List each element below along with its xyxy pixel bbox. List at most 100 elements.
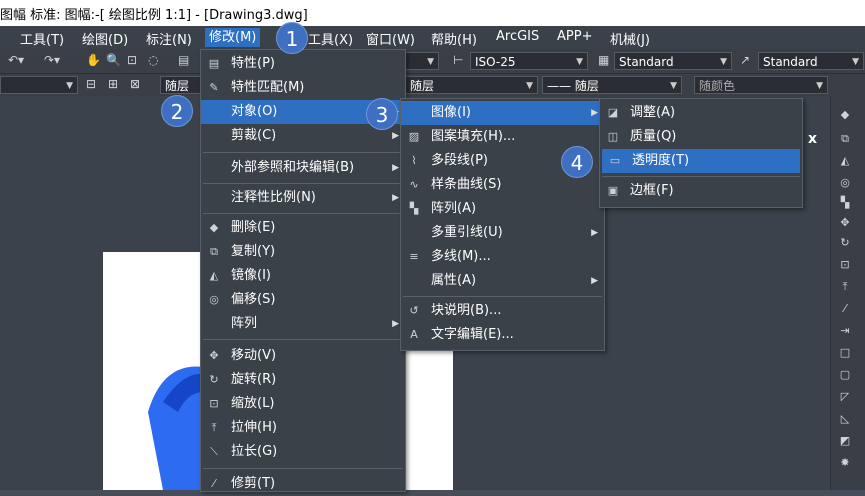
spline-icon: ∿ [409,178,419,191]
break-icon[interactable]: □ [837,346,853,360]
menu-item-mirror[interactable]: ◭ 镜像(I) [201,264,405,288]
explode-icon[interactable]: ✸ [837,456,853,470]
menu-item-multiline[interactable]: ≡ 多线(M)... [401,245,604,269]
window-title: 图幅 标准: 图幅:-[ 绘图比例 1:1] - [Drawing3.dwg] [0,8,308,23]
menu-item-adjust[interactable]: ◪ 调整(A) [600,101,802,125]
chevron-down-icon: ▼ [670,81,677,91]
menu-item-multileader[interactable]: 多重引线(U) ▶ [401,221,604,245]
chevron-down-icon: ▼ [66,81,73,91]
table-style-icon: ▦ [598,53,610,67]
menu-item-offset[interactable]: ◎ 偏移(S) [201,288,405,312]
linetype-value: —— 随层 [547,79,599,93]
blend-icon[interactable]: ◩ [837,434,853,448]
layer-select[interactable]: 随层 ▼ [405,76,538,94]
menu-item-text-edit[interactable]: A 文字编辑(E)... [401,323,604,347]
close-icon[interactable]: x [808,131,817,147]
mirror-icon[interactable]: ◭ [837,154,853,168]
menu-item-block-description[interactable]: ↺ 块说明(B)... [401,299,604,323]
linetype-select[interactable]: —— 随层 ▼ [542,76,682,94]
fillet-icon[interactable]: ◺ [837,412,853,426]
dimstyle-select[interactable]: ISO-25 ▼ [470,52,588,70]
move-icon: ✥ [209,349,219,362]
menu-item-image[interactable]: 图像(I) ▶ [401,101,604,125]
hidden-combo[interactable]: ▼ [405,52,439,70]
submenu-arrow-icon: ▶ [591,228,598,238]
offset-icon[interactable]: ◎ [837,176,853,190]
menu-separator [203,213,403,214]
pan-icon[interactable]: ✋ [86,53,101,67]
menu-item-annotation-scale[interactable]: 注释性比例(N) ▶ [201,186,405,210]
menu-item-stretch[interactable]: ⤒ 拉伸(H) [201,416,405,440]
frame-icon: ▣ [607,184,619,197]
zoom-realtime-icon[interactable]: 🔍 [106,53,121,67]
stretch-icon[interactable]: ⤒ [837,280,853,294]
menu-item-xref-block-edit[interactable]: 外部参照和块编辑(B) ▶ [201,156,405,180]
menu-tools-x[interactable]: 工具(X) [308,29,353,48]
transparency-icon: ▭ [609,154,621,167]
menu-item-lengthen[interactable]: ⟍ 拉长(G) [201,440,405,464]
color-select[interactable]: 随颜色 ▼ [694,76,828,94]
menu-separator [203,183,403,184]
multiline-icon: ≡ [409,250,419,263]
modify-toolbar: ◆ ⧉ ◭ ◎ ▚ ✥ ↻ ⊡ ⤒ ⁄ ⇥ □ ▢ ◸ ◺ ◩ ✸ [830,96,865,490]
menu-item-match-properties[interactable]: ✎ 特性匹配(M) [201,76,405,100]
zoom-previous-icon[interactable]: ◌ [148,53,158,67]
chamfer-icon[interactable]: ◸ [837,390,853,404]
copy-icon: ⧉ [210,245,218,258]
menu-item-array[interactable]: 阵列 ▶ [201,312,405,336]
zoom-window-icon[interactable]: ⊡ [127,53,137,67]
quality-icon: ◫ [607,130,619,143]
erase-icon[interactable]: ◆ [837,108,853,122]
move-icon[interactable]: ✥ [837,216,853,230]
menu-item-rotate[interactable]: ↻ 旋转(R) [201,368,405,392]
undo-icon[interactable]: ↶▾ [8,53,24,67]
trim-icon[interactable]: ⁄ [837,302,853,316]
textstyle-select[interactable]: Standard ▼ [614,52,732,70]
join-icon[interactable]: ▢ [837,368,853,382]
menu-item-attribute[interactable]: 属性(A) ▶ [401,269,604,293]
mirror-icon: ◭ [209,269,219,282]
menu-separator [203,339,403,340]
menu-item-erase[interactable]: ◆ 删除(E) [201,216,405,240]
properties-icon: ▤ [208,57,220,70]
chevron-down-icon: ▼ [427,57,434,67]
array-icon: ▚ [409,202,419,215]
submenu-arrow-icon: ▶ [392,131,399,141]
menu-item-array-edit[interactable]: ▚ 阵列(A) [401,197,604,221]
redo-icon[interactable]: ↷▾ [44,53,60,67]
image-submenu: ◪ 调整(A) ◫ 质量(Q) ▭ 透明度(T) ▣ 边框(F) [599,98,803,208]
menu-window[interactable]: 窗口(W) [366,29,415,48]
extend-icon[interactable]: ⇥ [837,324,853,338]
mleaderstyle-select[interactable]: Standard ▼ [758,52,864,70]
menu-item-move[interactable]: ✥ 移动(V) [201,344,405,368]
menu-item-frame[interactable]: ▣ 边框(F) [600,179,802,203]
menu-tools-t[interactable]: 工具(T) [20,29,64,48]
menu-item-scale[interactable]: ⊡ 缩放(L) [201,392,405,416]
rotate-icon[interactable]: ↻ [837,236,853,250]
properties-toolbar-icon[interactable]: ▤ [178,53,189,67]
polyline-icon: ⌇ [411,154,417,167]
menu-item-transparency[interactable]: ▭ 透明度(T) [602,149,800,173]
menu-app-plus[interactable]: APP+ [557,29,592,44]
text-edit-icon: A [410,328,418,341]
menu-item-copy[interactable]: ⧉ 复制(Y) [201,240,405,264]
layer-state-icon[interactable]: ⊠ [130,77,140,91]
menu-item-properties[interactable]: ▤ 特性(P) [201,52,405,76]
layer-combo[interactable]: ▼ [0,76,78,94]
menu-item-quality[interactable]: ◫ 质量(Q) [600,125,802,149]
array-icon[interactable]: ▚ [837,196,853,210]
menu-help[interactable]: 帮助(H) [431,29,477,48]
menu-draw[interactable]: 绘图(D) [82,29,128,48]
layer-manager-icon[interactable]: ⊟ [86,77,96,91]
lengthen-icon: ⟍ [210,445,218,458]
copy-icon[interactable]: ⧉ [837,132,853,146]
menu-mechanical[interactable]: 机械(J) [610,29,650,48]
menu-dimension[interactable]: 标注(N) [146,29,192,48]
menu-item-trim[interactable]: ⁄ 修剪(T) [201,472,405,496]
scale-icon[interactable]: ⊡ [837,258,853,272]
step-badge-3: 3 [366,98,398,130]
menu-modify[interactable]: 修改(M) [205,28,261,47]
menu-arcgis[interactable]: ArcGIS [496,29,539,44]
color-combo-left[interactable]: 随层 [160,76,204,94]
layer-previous-icon[interactable]: ⊞ [108,77,118,91]
